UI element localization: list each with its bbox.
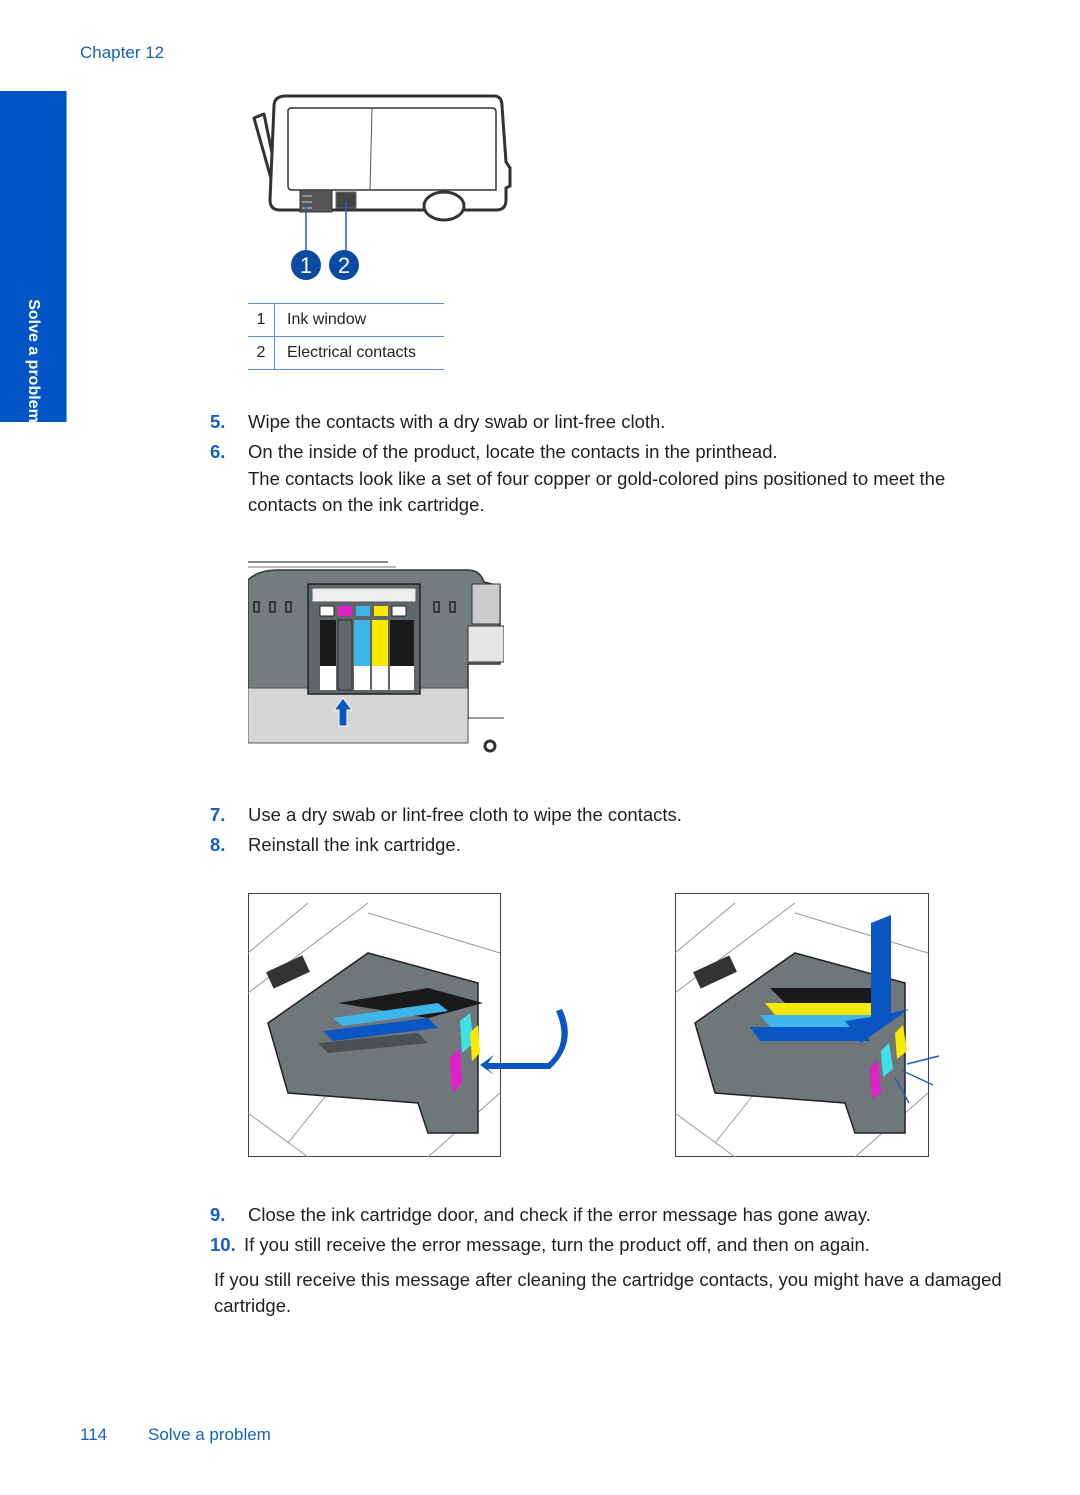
step-text: Wipe the contacts with a dry swab or lin… — [248, 411, 666, 432]
step-number: 5. — [210, 411, 226, 432]
cartridge-illustration: 1 2 — [252, 94, 512, 280]
step-number: 7. — [210, 804, 226, 825]
step-10: 10. If you still receive the error messag… — [210, 1232, 1000, 1258]
step-text: If you still receive the error message, … — [244, 1234, 870, 1255]
callout-2: 2 — [329, 250, 359, 280]
step-text: Reinstall the ink cartridge. — [248, 834, 461, 855]
side-tab: Solve a problem — [0, 91, 67, 423]
step-6: 6. On the inside of the product, locate t… — [210, 439, 1000, 465]
step-number: 8. — [210, 834, 226, 855]
step-8: 8. Reinstall the ink cartridge. — [210, 832, 1000, 858]
step-5: 5. Wipe the contacts with a dry swab or l… — [210, 409, 1000, 435]
legend-number: 2 — [248, 336, 275, 370]
figure-legend: 1 Ink window 2 Electrical contacts — [248, 303, 444, 370]
step-text: Use a dry swab or lint-free cloth to wip… — [248, 804, 682, 825]
page-number: 114 — [80, 1425, 108, 1444]
legend-row: 2 Electrical contacts — [248, 336, 444, 370]
legend-row: 1 Ink window — [248, 303, 444, 337]
legend-number: 1 — [248, 303, 275, 337]
closing-paragraph: If you still receive this message after … — [214, 1269, 1002, 1316]
step-7: 7. Use a dry swab or lint-free cloth to w… — [210, 802, 1000, 828]
chapter-header: Chapter 12 — [80, 43, 165, 62]
callout-1: 1 — [291, 250, 321, 280]
reinstall-illustration-right — [675, 893, 940, 1158]
step-6-detail: The contacts look like a set of four cop… — [248, 468, 946, 515]
color-indicators — [319, 605, 407, 617]
printhead-illustration — [248, 561, 504, 753]
step-text: Close the ink cartridge door, and check … — [248, 1204, 871, 1225]
step-number: 9. — [210, 1204, 226, 1225]
ink-window — [299, 189, 333, 213]
step-number: 6. — [210, 441, 226, 462]
step-text: On the inside of the product, locate the… — [248, 441, 778, 462]
footer-section-title: Solve a problem — [148, 1425, 271, 1444]
step-number: 10. — [210, 1234, 236, 1255]
reinstall-illustration-left — [248, 893, 568, 1158]
side-tab-label: Solve a problem — [25, 299, 42, 423]
legend-label: Electrical contacts — [274, 336, 444, 370]
step-9: 9. Close the ink cartridge door, and chec… — [210, 1202, 1000, 1228]
legend-label: Ink window — [274, 303, 444, 337]
svg-text:1: 1 — [300, 253, 312, 278]
svg-text:2: 2 — [338, 253, 350, 278]
ink-cartridges — [320, 619, 414, 691]
